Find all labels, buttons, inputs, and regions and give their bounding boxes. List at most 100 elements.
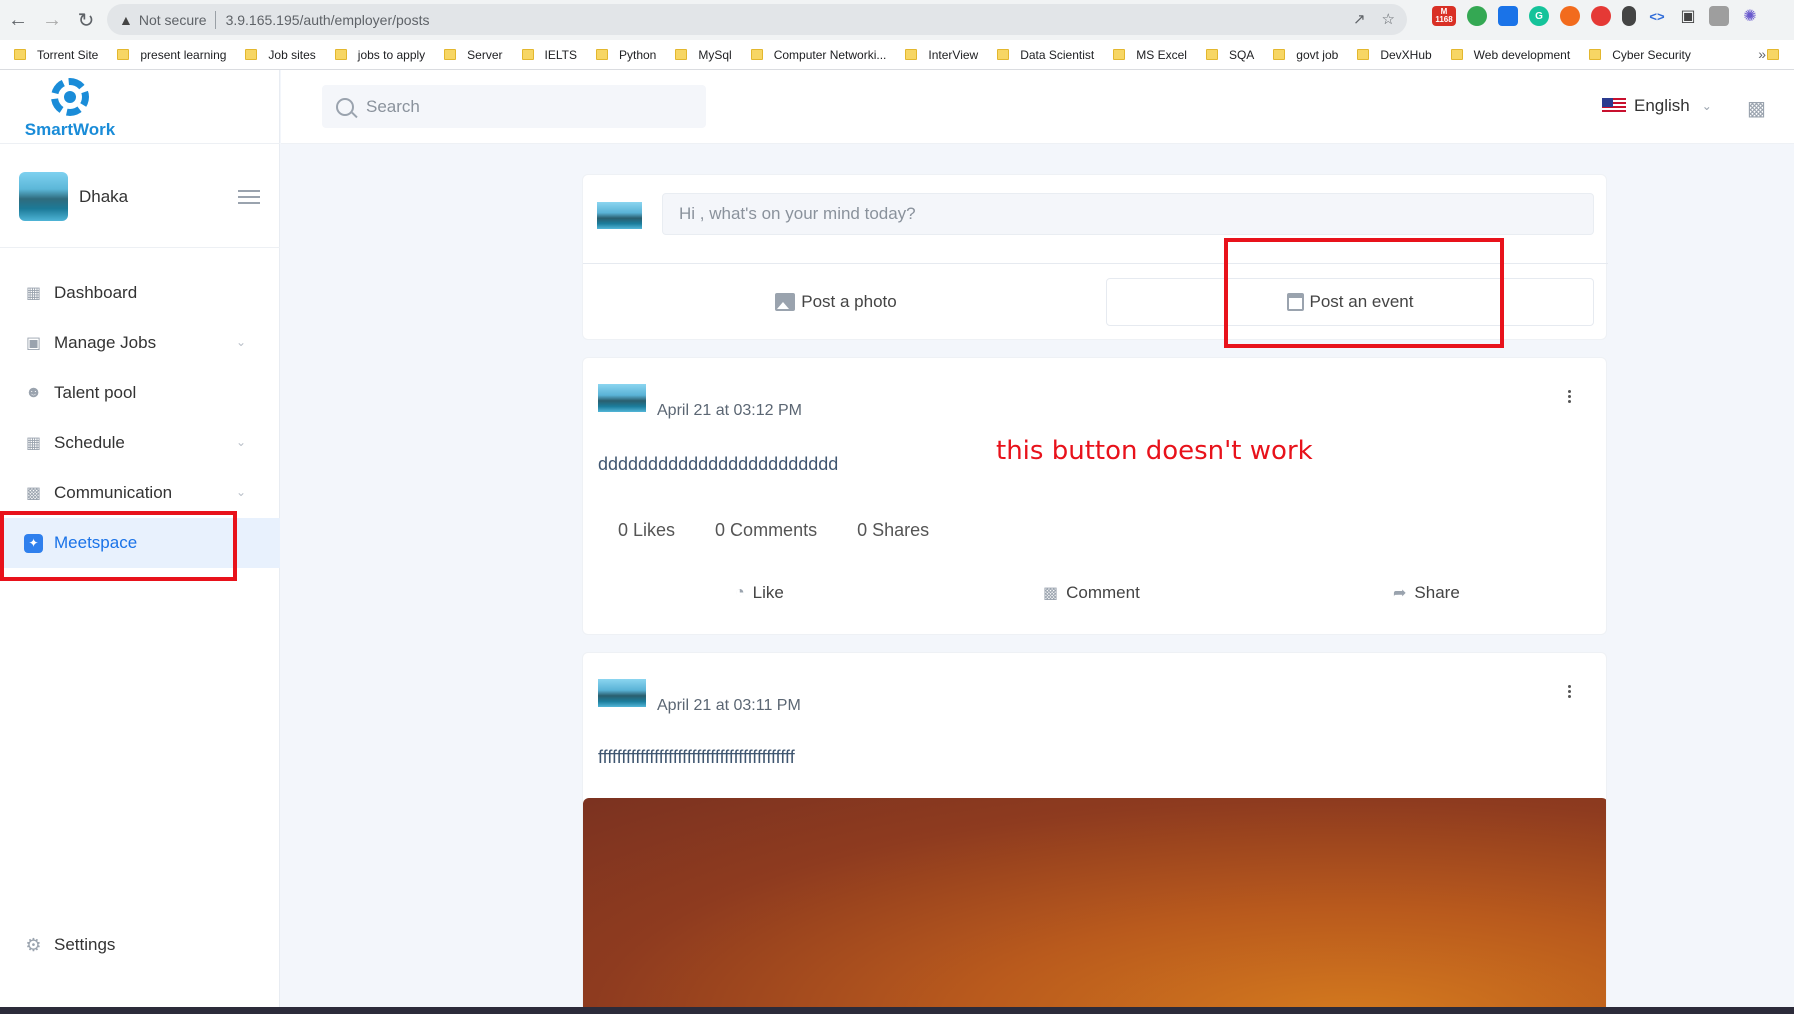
bookmark-item[interactable]: SQA: [1205, 47, 1255, 62]
bookmark-item[interactable]: MS Excel: [1113, 48, 1187, 62]
settings-gear-icon: ⚙: [25, 934, 42, 955]
sidebar-item-label: Communication: [54, 483, 173, 502]
bookmark-label: govt job: [1296, 47, 1339, 62]
post-body: dddddddddddddddddddddddd: [598, 454, 839, 474]
bookmark-item[interactable]: Python: [595, 47, 657, 62]
folder-icon[interactable]: [1767, 49, 1779, 60]
gmail-extension[interactable]: M 1168: [1432, 6, 1456, 26]
language-select[interactable]: English ⌄: [1602, 96, 1712, 116]
bookmark-item[interactable]: IELTS: [521, 48, 577, 62]
mouse-extension-icon[interactable]: [1622, 6, 1636, 26]
bookmark-label: Server: [467, 47, 503, 62]
sidebar-item-label: Schedule: [54, 433, 125, 452]
forward-icon[interactable]: →: [36, 4, 68, 36]
grammarly-icon[interactable]: G: [1529, 6, 1549, 26]
bookmark-item[interactable]: InterView: [905, 48, 978, 62]
red-extension-icon[interactable]: [1591, 6, 1611, 26]
post-photo-label: Post a photo: [801, 292, 897, 311]
folder-icon: [750, 49, 763, 60]
comment-button[interactable]: ▩ Comment: [1043, 583, 1140, 603]
bookmark-item[interactable]: jobs to apply: [334, 47, 426, 62]
sidebar-item-dashboard[interactable]: ▦ Dashboard: [0, 268, 280, 318]
reload-icon[interactable]: ↻: [70, 4, 102, 36]
post-timestamp: April 21 at 03:11 PM: [657, 697, 801, 714]
orange-extension-icon[interactable]: [1560, 6, 1580, 26]
folder-icon: [997, 49, 1010, 60]
image-icon: [775, 293, 796, 311]
warning-icon: ▲: [119, 11, 133, 28]
bookmark-item[interactable]: Job sites: [245, 47, 316, 62]
share-button[interactable]: ➦ Share: [1393, 583, 1460, 603]
share-label: Share: [1414, 583, 1460, 602]
comments-count[interactable]: 0 Comments: [715, 520, 817, 541]
post-photo-button[interactable]: Post a photo: [595, 278, 1077, 326]
bookmark-item[interactable]: Torrent Site: [14, 48, 98, 62]
likes-count[interactable]: 0 Likes: [618, 520, 675, 541]
back-icon[interactable]: ←: [2, 4, 34, 36]
search-icon: [336, 97, 354, 116]
share-icon[interactable]: ↗: [1353, 10, 1366, 28]
shares-count[interactable]: 0 Shares: [857, 520, 929, 541]
like-button[interactable]: ◔ Like: [735, 583, 784, 603]
sidebar-item-manage-jobs[interactable]: ▣ Manage Jobs ⌄: [0, 318, 280, 368]
comment-icon: ▩: [1043, 585, 1059, 602]
chat-icon: ▩: [25, 485, 42, 502]
sidebar-item-label: Dashboard: [54, 283, 138, 302]
bookmark-item[interactable]: govt job: [1273, 48, 1338, 62]
post-image[interactable]: [583, 798, 1606, 1014]
sidebar-item-talent-pool[interactable]: ☻ Talent pool: [0, 368, 280, 418]
post-card: April 21 at 03:12 PM ddddddddddddddddddd…: [582, 357, 1607, 635]
more-options-icon[interactable]: [1568, 390, 1572, 405]
bookmark-label: present learning: [140, 47, 227, 62]
dashboard-icon: ▦: [25, 285, 42, 302]
code-extension-icon[interactable]: <>: [1647, 6, 1667, 26]
logo-text: SmartWork: [24, 120, 116, 139]
profile-name: Dhaka: [79, 186, 129, 206]
folder-icon: [1273, 49, 1286, 60]
search-input[interactable]: [366, 96, 686, 117]
bookmarks-overflow-button[interactable]: »: [1758, 46, 1766, 62]
more-options-icon[interactable]: [1568, 685, 1572, 700]
bookmark-item[interactable]: Web development: [1450, 48, 1570, 62]
bookmark-item[interactable]: present learning: [117, 48, 226, 62]
screenshot-extension-icon[interactable]: ▣: [1678, 6, 1698, 26]
drop-extension-icon[interactable]: [1498, 6, 1518, 26]
messages-icon[interactable]: ▩: [1747, 96, 1766, 121]
top-bar: English ⌄ ▩: [281, 70, 1794, 144]
chevron-down-icon: ⌄: [236, 335, 247, 349]
profile-block[interactable]: Dhaka: [19, 172, 128, 221]
annotation-note: this button doesn't work: [996, 436, 1313, 466]
folder-icon: [1113, 49, 1126, 60]
extensions-bar: M 1168 G <> ▣ ✺: [1432, 6, 1760, 26]
bookmark-label: Python: [618, 47, 657, 62]
sidebar-item-settings[interactable]: ⚙ Settings: [24, 935, 115, 955]
bookmark-item[interactable]: MySql: [675, 48, 732, 62]
bookmark-label: SQA: [1228, 47, 1255, 62]
avatar: [19, 172, 68, 221]
bookmark-label: Job sites: [268, 47, 316, 62]
post-stats: 0 Likes 0 Comments 0 Shares: [618, 520, 969, 541]
url-text: 3.9.165.195/auth/employer/posts: [225, 11, 430, 28]
shield-extension-icon[interactable]: [1467, 6, 1487, 26]
chevron-down-icon: ⌄: [236, 435, 247, 449]
sidebar-item-label: Manage Jobs: [54, 333, 157, 352]
smartwork-logo[interactable]: SmartWork: [18, 78, 122, 142]
bookmark-item[interactable]: Data Scientist: [997, 48, 1094, 62]
security-label: Not secure: [138, 11, 207, 28]
bookmark-item[interactable]: Cyber Security: [1589, 48, 1691, 62]
folder-icon: [1357, 49, 1370, 60]
like-icon: ◔: [735, 584, 745, 601]
bookmark-item[interactable]: DevXHub: [1357, 48, 1432, 62]
folder-icon: [14, 49, 26, 60]
bookmark-item[interactable]: Computer Networki...: [750, 48, 886, 62]
profile-extension-icon[interactable]: [1709, 6, 1729, 26]
address-bar[interactable]: ▲ Not secure 3.9.165.195/auth/employer/p…: [107, 4, 1407, 35]
bookmark-label: InterView: [928, 47, 979, 62]
bookmark-item[interactable]: Server: [444, 47, 503, 62]
puzzle-extension-icon[interactable]: ✺: [1740, 6, 1760, 26]
status-input[interactable]: [662, 193, 1594, 235]
menu-toggle-icon[interactable]: [238, 190, 260, 208]
bookmark-star-icon[interactable]: ☆: [1382, 10, 1395, 28]
bookmark-label: jobs to apply: [357, 47, 426, 62]
sidebar-item-schedule[interactable]: ▦ Schedule ⌄: [0, 418, 280, 468]
